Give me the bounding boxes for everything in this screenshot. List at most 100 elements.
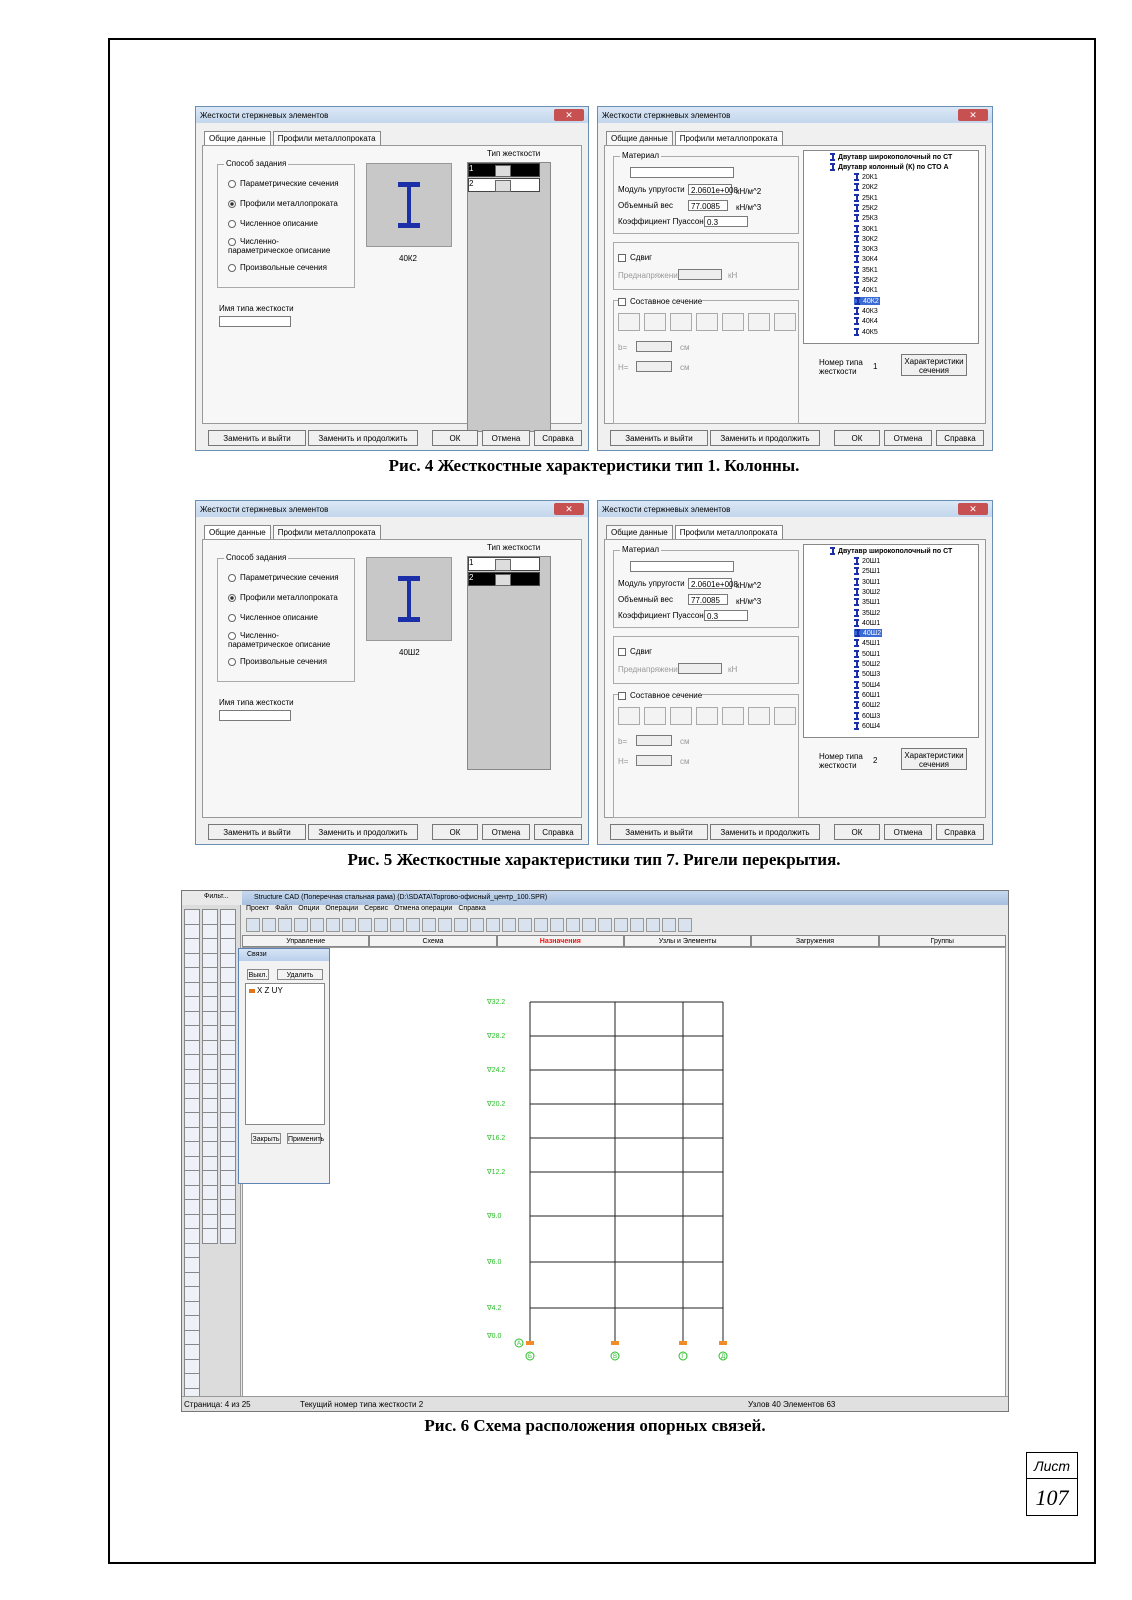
type-row[interactable]: 2 — [468, 572, 540, 586]
replace-continue-button[interactable]: Заменить и продолжить — [710, 824, 820, 840]
shift-checkbox[interactable]: Сдвиг — [618, 253, 652, 262]
tree-item[interactable]: 20Ш1 — [854, 557, 880, 565]
toolbar-tool-icon[interactable] — [390, 918, 404, 932]
tree-item[interactable]: 60Ш2 — [854, 701, 880, 710]
menu-project[interactable]: Проект — [246, 905, 269, 916]
tree-item[interactable]: 60Ш1 — [854, 690, 880, 699]
profile-tree[interactable]: Двутавр широкополочный по СТ Двутавр кол… — [803, 150, 979, 344]
type-row[interactable]: 1 — [468, 163, 540, 177]
stiffness-name-input[interactable] — [219, 316, 291, 327]
radio-parametric[interactable]: Параметрические сечения — [228, 573, 339, 582]
type-row[interactable]: 2 — [468, 178, 540, 192]
menu-undo[interactable]: Отмена операции — [394, 905, 452, 916]
section-type-icon[interactable] — [748, 707, 770, 725]
tab-general[interactable]: Общие данные — [606, 525, 673, 540]
close-button[interactable]: ✕ — [958, 109, 988, 121]
constraint-item[interactable]: X Z UY — [249, 986, 283, 995]
section-type-icon[interactable] — [722, 707, 744, 725]
replace-continue-button[interactable]: Заменить и продолжить — [308, 430, 418, 446]
material-select[interactable] — [630, 167, 734, 178]
composite-checkbox[interactable]: Составное сечение — [618, 691, 703, 700]
tree-item[interactable]: 40К3 — [854, 306, 878, 315]
type-row[interactable]: 1 — [468, 557, 540, 571]
toolbar-tool-icon[interactable] — [358, 918, 372, 932]
cancel-button[interactable]: Отмена — [482, 430, 530, 446]
toolbar-tool-icon[interactable] — [646, 918, 660, 932]
section-type-icon[interactable] — [644, 707, 666, 725]
toolbar-tool-icon[interactable] — [614, 918, 628, 932]
remove-constraints-button[interactable]: Удалить связи — [277, 969, 323, 990]
ok-button[interactable]: ОК — [432, 430, 478, 446]
tree-item[interactable]: 30К1 — [854, 224, 878, 233]
radio-numeric-parametric[interactable]: Численно-параметрическое описание — [228, 631, 338, 649]
help-button[interactable]: Справка — [534, 824, 582, 840]
tab-profiles[interactable]: Профили металлопроката — [674, 131, 783, 146]
ok-button[interactable]: ОК — [834, 430, 880, 446]
stiffness-name-input[interactable] — [219, 710, 291, 721]
replace-exit-button[interactable]: Заменить и выйти — [610, 430, 708, 446]
toolbar-tool-icon[interactable] — [630, 918, 644, 932]
toolbar-tool-icon[interactable] — [342, 918, 356, 932]
toolbar-tool-icon[interactable] — [678, 918, 692, 932]
radio-parametric[interactable]: Параметрические сечения — [228, 179, 339, 188]
toolbar-tool-icon[interactable] — [374, 918, 388, 932]
poisson-input[interactable]: 0.3 — [704, 610, 748, 621]
tab-assignments[interactable]: Назначения — [496, 935, 624, 947]
section-type-icon[interactable] — [774, 313, 796, 331]
section-type-icon[interactable] — [644, 313, 666, 331]
tab-groups[interactable]: Группы — [878, 935, 1006, 947]
toolbar-tool-icon[interactable] — [598, 918, 612, 932]
h-input[interactable] — [636, 755, 672, 766]
tree-item[interactable]: 35Ш2 — [854, 608, 880, 617]
replace-continue-button[interactable]: Заменить и продолжить — [710, 430, 820, 446]
tree-item[interactable]: 50Ш1 — [854, 649, 880, 658]
apply-button[interactable]: Применить — [287, 1133, 324, 1144]
tree-item[interactable]: 30К4 — [854, 255, 878, 264]
cancel-button[interactable]: Отмена — [884, 824, 932, 840]
toolbar-tool-icon[interactable] — [438, 918, 452, 932]
toolbar-tool-icon[interactable] — [406, 918, 420, 932]
toolbar-tool-icon[interactable] — [310, 918, 324, 932]
tree-root[interactable]: Двутавр колонный (К) по СТО А — [830, 163, 949, 171]
help-button[interactable]: Справка — [936, 430, 984, 446]
toolbar-tool-icon[interactable] — [262, 918, 276, 932]
tree-root[interactable]: Двутавр широкополочный по СТ — [830, 547, 952, 555]
weight-input[interactable]: 77.0085 — [688, 200, 728, 211]
toolbar-tool-icon[interactable] — [278, 918, 292, 932]
replace-exit-button[interactable]: Заменить и выйти — [208, 824, 306, 840]
radio-profiles[interactable]: Профили металлопроката — [228, 199, 338, 208]
tree-item[interactable]: 40Ш1 — [854, 618, 880, 627]
tree-item[interactable]: 60Ш4 — [854, 721, 880, 730]
tab-general[interactable]: Общие данные — [204, 131, 271, 146]
toolbar-tool-icon[interactable] — [326, 918, 340, 932]
section-type-icon[interactable] — [696, 313, 718, 331]
material-select[interactable] — [630, 561, 734, 572]
profile-tree[interactable]: Двутавр широкополочный по СТ 20Ш1 25Ш1 30Ш… — [803, 544, 979, 738]
toolbar-tool-icon[interactable] — [550, 918, 564, 932]
tool-icon[interactable] — [202, 1228, 218, 1244]
tree-item[interactable]: 30Ш2 — [854, 587, 880, 596]
tree-root[interactable]: Двутавр широкополочный по СТ — [830, 153, 952, 161]
tree-item[interactable]: 20К2 — [854, 183, 878, 192]
section-type-icon[interactable] — [670, 707, 692, 725]
tree-item[interactable]: 25К3 — [854, 214, 878, 223]
tree-item[interactable]: 60Ш3 — [854, 711, 880, 720]
tab-scheme[interactable]: Схема — [369, 935, 497, 947]
tree-item[interactable]: 30К3 — [854, 245, 878, 254]
drawing-canvas[interactable]: ∇32.2 ∇28.2 ∇24.2 ∇20.2 ∇16.2 ∇12.2 ∇9.0… — [242, 947, 1006, 1397]
toolbar-tool-icon[interactable] — [518, 918, 532, 932]
prestress-input[interactable] — [678, 269, 722, 280]
toolbar-tool-icon[interactable] — [582, 918, 596, 932]
tab-general[interactable]: Общие данные — [606, 131, 673, 146]
radio-numeric-parametric[interactable]: Численно-параметрическое описание — [228, 237, 338, 255]
tree-item[interactable]: 30Ш1 — [854, 577, 880, 586]
tree-item[interactable]: 35К2 — [854, 276, 878, 284]
toolbar-tool-icon[interactable] — [246, 918, 260, 932]
menu-options[interactable]: Опции — [298, 905, 319, 916]
weight-input[interactable]: 77.0085 — [688, 594, 728, 605]
toolbar-tool-icon[interactable] — [662, 918, 676, 932]
tree-item[interactable]: 45Ш1 — [854, 639, 880, 648]
tree-item[interactable]: 50Ш4 — [854, 680, 880, 689]
tree-item[interactable]: 35К1 — [854, 265, 878, 274]
radio-arbitrary[interactable]: Произвольные сечения — [228, 263, 327, 272]
